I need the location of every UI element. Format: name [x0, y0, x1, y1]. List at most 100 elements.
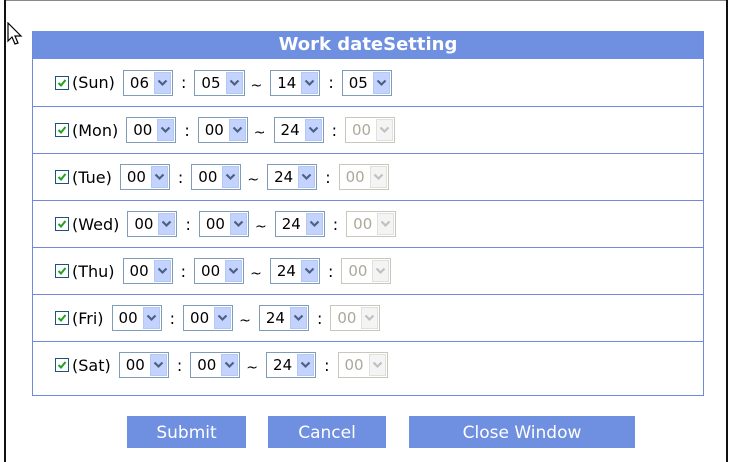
- dropdown-arrow-button: [369, 166, 387, 188]
- dropdown-arrow-button[interactable]: [297, 354, 315, 376]
- chevron-down-icon: [153, 361, 164, 369]
- dropdown-arrow-button[interactable]: [225, 260, 243, 282]
- start-minute-select-value: 00: [201, 262, 221, 280]
- start-minute-select[interactable]: 00: [183, 305, 234, 331]
- start-minute-select[interactable]: 00: [194, 258, 245, 284]
- dropdown-arrow-button[interactable]: [149, 354, 167, 376]
- end-hour-select[interactable]: 24: [269, 258, 320, 284]
- end-hour-select[interactable]: 24: [266, 352, 317, 378]
- cancel-button[interactable]: Cancel: [268, 416, 386, 448]
- time-colon-separator: :: [316, 308, 323, 328]
- window-frame: Work dateSetting (Sun) 06:05 ~14:05 (Mon) 00…: [0, 0, 736, 462]
- close-window-button[interactable]: Close Window: [409, 416, 635, 448]
- start-minute-select[interactable]: 00: [198, 211, 249, 237]
- start-hour-select[interactable]: 00: [118, 352, 169, 378]
- end-hour-select[interactable]: 24: [258, 305, 309, 331]
- dropdown-arrow-button[interactable]: [289, 307, 307, 329]
- chevron-down-icon: [157, 267, 167, 275]
- start-minute-select[interactable]: 05: [194, 69, 245, 96]
- dropdown-arrow-button[interactable]: [157, 119, 175, 141]
- chevron-down-icon: [300, 361, 311, 369]
- start-hour-select-value: 00: [133, 121, 153, 139]
- dropdown-arrow-button[interactable]: [301, 71, 319, 94]
- start-hour-select[interactable]: 00: [126, 117, 177, 143]
- end-minute-select-value: 05: [348, 73, 368, 92]
- day-label: (Wed): [72, 214, 120, 234]
- day-row: (Wed) 00:00 ~24:00: [33, 200, 703, 247]
- time-colon-separator: :: [331, 120, 338, 140]
- chevron-down-icon: [376, 267, 386, 275]
- dropdown-arrow-button[interactable]: [222, 166, 240, 188]
- checkmark-icon: [57, 361, 67, 369]
- chevron-down-icon: [304, 267, 315, 275]
- end-hour-select[interactable]: 14: [270, 69, 321, 96]
- dropdown-arrow-button[interactable]: [304, 119, 322, 141]
- end-hour-select-value: 24: [280, 121, 300, 139]
- end-hour-select[interactable]: 24: [274, 211, 325, 237]
- day-enabled-checkbox[interactable]: [55, 170, 69, 184]
- day-enabled-checkbox[interactable]: [55, 75, 69, 90]
- dropdown-arrow-button[interactable]: [153, 260, 171, 282]
- time-colon-separator: :: [180, 261, 187, 281]
- start-hour-select[interactable]: 00: [127, 211, 178, 237]
- dropdown-arrow-button[interactable]: [154, 71, 172, 94]
- day-enabled-checkbox[interactable]: [55, 264, 69, 278]
- range-tilde-separator: ~: [253, 125, 266, 141]
- start-hour-select-value: 00: [129, 262, 149, 280]
- dropdown-arrow-button: [368, 354, 386, 376]
- day-label: (Sun): [72, 73, 115, 92]
- end-hour-select-value: 24: [281, 215, 301, 233]
- start-minute-select[interactable]: 00: [190, 352, 241, 378]
- dropdown-arrow-button[interactable]: [214, 307, 232, 329]
- start-hour-select[interactable]: 00: [122, 258, 173, 284]
- start-minute-select[interactable]: 00: [197, 117, 248, 143]
- time-colon-separator: :: [181, 73, 187, 92]
- dropdown-arrow-button[interactable]: [228, 119, 246, 141]
- start-minute-select[interactable]: 00: [191, 164, 242, 190]
- start-hour-select-value: 00: [125, 356, 145, 374]
- window-top-edge: [4, 0, 728, 1]
- day-label: (Thu): [72, 261, 115, 281]
- day-row: (Sat) 00:00 ~24:00: [33, 341, 703, 388]
- end-minute-select: 00: [330, 305, 381, 331]
- day-enabled-checkbox[interactable]: [55, 123, 69, 137]
- end-hour-select-value: 24: [273, 356, 293, 374]
- range-tilde-separator: ~: [250, 266, 262, 282]
- start-hour-select[interactable]: 00: [119, 164, 170, 190]
- end-hour-select[interactable]: 24: [273, 117, 324, 143]
- day-enabled-checkbox[interactable]: [55, 358, 69, 372]
- day-enabled-checkbox[interactable]: [55, 311, 69, 325]
- dropdown-arrow-button[interactable]: [150, 166, 168, 188]
- window-left-border: [4, 0, 6, 462]
- dropdown-arrow-button[interactable]: [229, 213, 247, 235]
- mouse-cursor-icon: [7, 22, 23, 45]
- dropdown-arrow-button[interactable]: [142, 307, 160, 329]
- chevron-down-icon: [373, 173, 383, 181]
- range-tilde-separator: ~: [254, 219, 267, 235]
- dropdown-arrow-button[interactable]: [372, 71, 390, 94]
- start-hour-select[interactable]: 00: [111, 305, 162, 331]
- dropdown-arrow-button[interactable]: [305, 213, 323, 235]
- start-hour-select[interactable]: 06: [122, 69, 174, 96]
- dropdown-arrow-button: [376, 119, 394, 141]
- chevron-down-icon: [379, 126, 390, 134]
- start-hour-select-value: 00: [118, 309, 138, 327]
- dropdown-arrow-button[interactable]: [298, 166, 316, 188]
- range-tilde-separator: ~: [239, 313, 251, 329]
- end-minute-select[interactable]: 05: [341, 69, 392, 96]
- checkmark-icon: [57, 220, 67, 228]
- submit-button[interactable]: Submit: [127, 416, 246, 448]
- chevron-down-icon: [308, 126, 318, 134]
- time-colon-separator: :: [184, 120, 190, 140]
- dropdown-arrow-button[interactable]: [225, 71, 243, 94]
- dropdown-arrow-button: [377, 213, 395, 235]
- chevron-down-icon: [365, 314, 375, 322]
- dropdown-arrow-button[interactable]: [221, 354, 239, 376]
- day-enabled-checkbox[interactable]: [55, 217, 69, 231]
- end-hour-select-value: 14: [277, 73, 297, 92]
- end-hour-select[interactable]: 24: [267, 164, 318, 190]
- end-minute-select: 00: [346, 211, 397, 237]
- start-minute-select-value: 05: [201, 73, 221, 92]
- dropdown-arrow-button[interactable]: [300, 260, 318, 282]
- dropdown-arrow-button[interactable]: [158, 213, 176, 235]
